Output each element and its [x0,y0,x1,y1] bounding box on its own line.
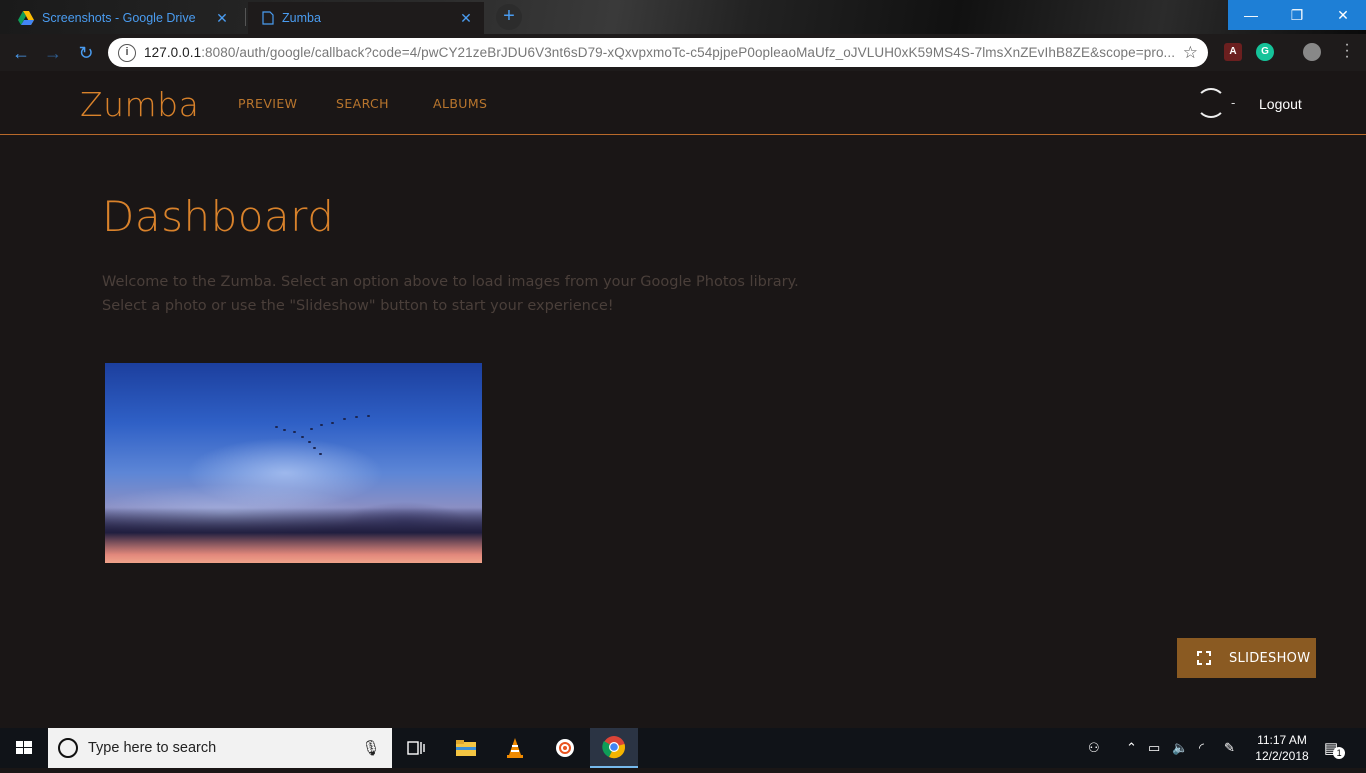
page-title: Dashboard [102,192,335,241]
photo-bird [367,415,370,417]
start-button[interactable] [0,728,48,768]
tab-label: Zumba [282,11,321,25]
microphone-icon[interactable]: 🎙 [360,739,382,757]
back-icon[interactable]: ← [8,40,34,66]
google-drive-icon [18,11,34,25]
nav-albums[interactable]: ALBUMS [433,96,487,111]
photo-bird [331,422,334,424]
clock-time: 11:17 AM [1257,733,1307,747]
photo-bird [310,428,313,430]
close-window-button[interactable]: ✕ [1320,0,1366,30]
page-description: Welcome to the Zumba. Select an option a… [102,270,822,318]
address-bar[interactable]: i 127.0.0.1:8080/auth/google/callback?co… [108,38,1208,67]
vlc-cone-icon [507,738,523,758]
task-view-button[interactable] [392,728,440,768]
photo-thumbnail[interactable] [105,363,482,563]
url-path: :8080/auth/google/callback?code=4/pwCY21… [201,45,1175,60]
profile-avatar-icon[interactable] [1303,43,1321,61]
page-icon [262,11,274,25]
volume-icon[interactable]: 🔈 [1172,728,1188,768]
people-icon[interactable]: ⚇ [1088,728,1100,768]
ubuntu-icon [556,739,574,757]
browser-tab-strip: Screenshots - Google Drive ✕ Zumba ✕ + —… [0,0,1366,34]
windows-logo-icon [16,741,32,754]
browser-menu-icon[interactable]: · · · [1342,37,1352,65]
folder-icon [456,740,476,756]
close-tab-icon[interactable]: ✕ [458,10,474,27]
minimize-button[interactable]: — [1228,0,1274,30]
description-line-2: Select a photo or use the "Slideshow" bu… [102,298,614,314]
fullscreen-icon [1197,651,1211,665]
nav-preview[interactable]: PREVIEW [238,96,297,111]
url-text[interactable]: 127.0.0.1:8080/auth/google/callback?code… [144,45,1175,60]
pen-icon[interactable]: ✎ [1224,728,1235,768]
windows-taskbar: Type here to search 🎙 ⚇ ⌃ ▭ 🔈 ◜ ✎ 11:17 … [0,728,1366,768]
close-tab-icon[interactable]: ✕ [214,10,230,27]
photo-bird [355,416,358,418]
tab-label: Screenshots - Google Drive [42,11,196,25]
system-clock[interactable]: 11:17 AM 12/2/2018 [1250,732,1314,764]
app-navbar: Zumba PREVIEW SEARCH ALBUMS - Logout [0,71,1366,135]
photo-clouds [105,508,482,563]
tab-separator [245,8,246,26]
search-placeholder: Type here to search [88,740,217,756]
chrome-icon [602,736,625,759]
tab-google-drive[interactable]: Screenshots - Google Drive ✕ [4,2,240,34]
taskbar-file-explorer[interactable] [442,728,490,768]
new-tab-button[interactable]: + [496,4,522,30]
show-hidden-icons[interactable]: ⌃ [1126,728,1137,768]
task-view-icon [407,741,425,755]
user-name-separator: - [1231,95,1236,110]
tab-zumba[interactable]: Zumba ✕ [248,2,484,34]
url-host: 127.0.0.1 [144,45,202,60]
clock-date: 12/2/2018 [1255,749,1309,763]
notification-badge: 1 [1333,747,1346,759]
user-avatar[interactable] [1196,88,1226,118]
photo-bird [319,453,322,455]
photo-bird [293,431,296,433]
reload-icon[interactable]: ↻ [73,40,99,66]
description-line-1: Welcome to the Zumba. Select an option a… [102,274,799,290]
battery-icon[interactable]: ▭ [1148,728,1160,768]
grammarly-extension-icon[interactable]: G [1256,43,1274,61]
brand-logo[interactable]: Zumba [80,85,199,124]
forward-icon[interactable]: → [40,40,66,66]
pdf-extension-icon[interactable]: A [1224,43,1242,61]
photo-bird [320,424,323,426]
action-center-icon[interactable]: ▤ 1 [1324,728,1346,768]
photo-bird [308,441,311,443]
taskbar-chrome[interactable] [590,728,638,768]
taskbar-vlc[interactable] [491,728,539,768]
cortana-icon [58,738,78,758]
network-icon[interactable]: ◜ [1199,728,1204,768]
photo-bird [313,447,316,449]
bookmark-star-icon[interactable]: ☆ [1183,43,1198,63]
photo-bird [301,436,304,438]
photo-bird [343,418,346,420]
info-icon[interactable]: i [118,43,136,62]
restore-button[interactable]: ❐ [1274,0,1320,30]
photo-bird [283,429,286,431]
taskbar-ubuntu[interactable] [541,728,589,768]
nav-search[interactable]: SEARCH [336,96,389,111]
main-content: Dashboard Welcome to the Zumba. Select a… [0,136,1366,728]
logout-link[interactable]: Logout [1259,96,1302,112]
taskbar-search[interactable]: Type here to search 🎙 [48,728,392,768]
browser-toolbar: ← → ↻ i 127.0.0.1:8080/auth/google/callb… [0,34,1366,71]
photo-bird [275,426,278,428]
slideshow-label: SLIDESHOW [1229,650,1311,666]
slideshow-button[interactable]: SLIDESHOW [1177,638,1316,678]
